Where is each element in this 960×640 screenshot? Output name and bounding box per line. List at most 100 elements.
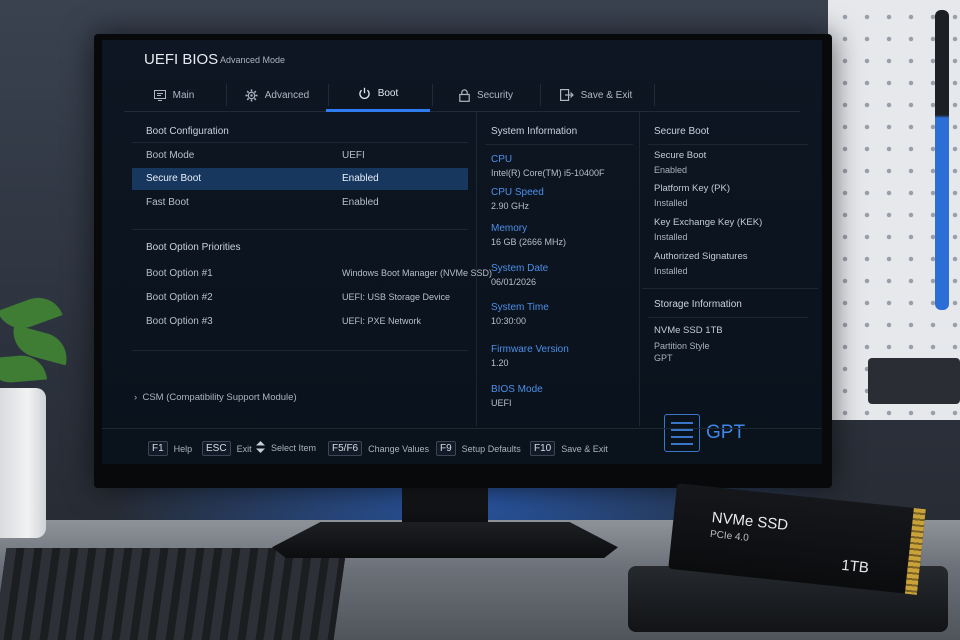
info-value: UEFI bbox=[491, 398, 512, 408]
storage-heading: Storage Information bbox=[654, 299, 742, 310]
tab-advanced[interactable]: Advanced bbox=[228, 78, 326, 112]
bios-mode: Advanced Mode bbox=[220, 55, 286, 65]
divider bbox=[648, 317, 808, 318]
sb-key: Platform Key (PK) bbox=[654, 183, 731, 194]
system-info-panel: System Information CPU Intel(R) Core(TM)… bbox=[476, 112, 640, 426]
boot-option-label: Boot Option #3 bbox=[146, 316, 213, 327]
fast-boot-row[interactable]: Fast Boot Enabled bbox=[132, 192, 468, 214]
key-cap: ESC bbox=[202, 441, 231, 456]
boot-mode-value: UEFI bbox=[342, 150, 365, 161]
tab-separator bbox=[226, 84, 227, 106]
tab-save-exit[interactable]: Save & Exit bbox=[542, 78, 650, 112]
secure-boot-heading: Secure Boot bbox=[654, 126, 710, 137]
tab-boot-label: Boot bbox=[377, 88, 399, 99]
signatures-item: Authorized Signatures Installed bbox=[654, 251, 747, 276]
system-info-heading: System Information bbox=[491, 126, 578, 137]
secure-boot-value: Enabled bbox=[342, 173, 379, 184]
sb-key: Secure Boot bbox=[654, 150, 707, 161]
info-key: Memory bbox=[491, 223, 528, 234]
info-key: CPU Speed bbox=[491, 187, 544, 198]
exit-hint[interactable]: ESC Exit bbox=[202, 441, 252, 456]
exit-icon bbox=[559, 89, 574, 101]
boot-option-value: UEFI: USB Storage Device bbox=[342, 292, 451, 302]
storage-device-name: NVMe SSD 1TB bbox=[654, 325, 723, 336]
hint-label: Save & Exit bbox=[561, 443, 608, 454]
divider bbox=[132, 229, 468, 230]
info-key: BIOS Mode bbox=[491, 384, 543, 395]
info-item-cpu-speed: CPU Speed 2.90 GHz bbox=[491, 187, 544, 211]
secure-boot-panel: Secure Boot Secure Boot Enabled Platform… bbox=[642, 112, 818, 452]
boot-mode-label: Boot Mode bbox=[146, 150, 195, 161]
partition-style-value: GPT bbox=[654, 353, 673, 363]
ssd-subtitle: PCIe 4.0 bbox=[709, 528, 750, 544]
info-key: System Date bbox=[491, 263, 549, 274]
divider bbox=[132, 142, 468, 143]
info-value: 10:30:00 bbox=[491, 316, 527, 326]
hint-label: Select Item bbox=[271, 443, 317, 453]
secure-boot-label: Secure Boot bbox=[146, 173, 202, 184]
divider bbox=[132, 350, 468, 351]
tab-separator bbox=[432, 84, 433, 106]
info-key: CPU bbox=[491, 154, 513, 165]
bios-title: UEFI BIOS bbox=[144, 51, 219, 68]
info-item-firmware: Firmware Version 1.20 bbox=[491, 344, 569, 368]
tab-boot[interactable]: Boot bbox=[326, 78, 430, 112]
updown-arrow-icon bbox=[256, 441, 265, 455]
csm-label: CSM (Compatibility Support Module) bbox=[142, 392, 297, 403]
boot-mode-row[interactable]: Boot Mode UEFI bbox=[132, 145, 468, 167]
boot-config-heading: Boot Configuration bbox=[146, 126, 229, 137]
kek-item: Key Exchange Key (KEK) Installed bbox=[654, 217, 762, 242]
key-cap: F10 bbox=[530, 441, 556, 456]
bios-screen: UEFI BIOS Advanced Mode Main Advanced Bo… bbox=[102, 40, 822, 464]
gear-icon bbox=[245, 89, 258, 102]
info-item-cpu: CPU Intel(R) Core(TM) i5-10400F bbox=[491, 154, 605, 178]
sb-value: Enabled bbox=[654, 165, 688, 175]
change-values-hint[interactable]: F5/F6 Change Values bbox=[328, 441, 429, 456]
bios-header: UEFI BIOS Advanced Mode bbox=[102, 40, 822, 76]
boot-option-3-row[interactable]: Boot Option #3 UEFI: PXE Network bbox=[132, 311, 468, 333]
divider bbox=[648, 144, 808, 145]
partition-style: Partition Style GPT bbox=[654, 341, 710, 363]
info-value: Intel(R) Core(TM) i5-10400F bbox=[491, 168, 605, 178]
screwdriver bbox=[935, 10, 949, 310]
sb-key: Authorized Signatures bbox=[654, 251, 748, 262]
info-value: 06/01/2026 bbox=[491, 277, 537, 287]
boot-panel: Boot Configuration Boot Mode UEFI Secure… bbox=[132, 124, 492, 420]
save-exit-hint[interactable]: F10 Save & Exit bbox=[530, 441, 608, 456]
monitor-icon bbox=[153, 89, 166, 101]
info-item-time: System Time 10:30:00 bbox=[491, 302, 549, 326]
hint-label: Exit bbox=[236, 443, 252, 454]
tab-bar: Main Advanced Boot Security Save & Exit bbox=[124, 78, 800, 112]
tab-advanced-label: Advanced bbox=[264, 89, 310, 101]
sb-value: Installed bbox=[654, 198, 688, 208]
csm-expander[interactable]: › CSM (Compatibility Support Module) bbox=[134, 392, 297, 403]
tab-security-label: Security bbox=[476, 89, 514, 101]
sb-value: Installed bbox=[654, 232, 688, 242]
boot-option-1-row[interactable]: Boot Option #1 Windows Boot Manager (NVM… bbox=[132, 263, 492, 285]
fast-boot-value: Enabled bbox=[342, 197, 379, 208]
tab-separator bbox=[654, 84, 655, 106]
info-item-bios-mode: BIOS Mode UEFI bbox=[491, 384, 543, 408]
partition-style-label: Partition Style bbox=[654, 341, 710, 351]
boot-option-label: Boot Option #1 bbox=[146, 268, 213, 279]
setup-defaults-hint[interactable]: F9 Setup Defaults bbox=[436, 441, 521, 456]
key-cap: F9 bbox=[436, 441, 456, 456]
help-hint[interactable]: F1 Help bbox=[148, 441, 192, 456]
bios-footer: F1 Help ESC Exit Select Item F5/F6 Chang… bbox=[102, 428, 822, 464]
boot-option-value: UEFI: PXE Network bbox=[342, 316, 422, 326]
divider bbox=[485, 144, 633, 145]
tab-security[interactable]: Security bbox=[434, 78, 538, 112]
motherboard bbox=[0, 548, 347, 640]
boot-option-label: Boot Option #2 bbox=[146, 292, 213, 303]
boot-option-value: Windows Boot Manager (NVMe SSD) bbox=[342, 268, 493, 278]
power-icon bbox=[358, 87, 371, 100]
tab-save-exit-label: Save & Exit bbox=[580, 89, 633, 101]
secure-boot-row[interactable]: Secure Boot Enabled bbox=[132, 168, 468, 190]
plant-pot bbox=[0, 388, 46, 538]
storage-device: NVMe SSD 1TB bbox=[654, 325, 723, 336]
hint-label: Setup Defaults bbox=[461, 443, 521, 454]
boot-option-2-row[interactable]: Boot Option #2 UEFI: USB Storage Device bbox=[132, 287, 468, 309]
select-item-hint[interactable]: Select Item bbox=[256, 441, 316, 455]
tab-main[interactable]: Main bbox=[124, 78, 224, 112]
boot-priorities-heading: Boot Option Priorities bbox=[146, 242, 241, 253]
